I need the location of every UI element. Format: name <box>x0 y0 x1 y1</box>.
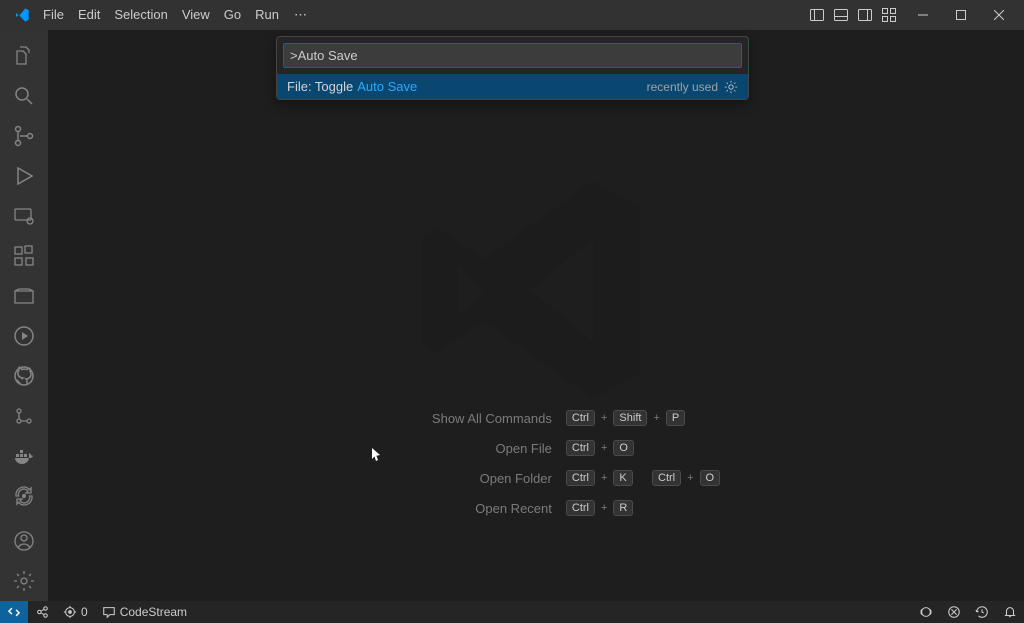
hint-open-recent: Open Recent Ctrl+R <box>352 500 720 516</box>
hint-open-folder: Open Folder Ctrl+K Ctrl+O <box>352 470 720 486</box>
hint-label: Open Folder <box>352 471 552 486</box>
hint-label: Show All Commands <box>352 411 552 426</box>
manage-gear-icon[interactable] <box>0 561 48 601</box>
window-maximize-icon[interactable] <box>944 0 978 30</box>
titlebar: File Edit Selection View Go Run ⋯ <box>0 0 1024 30</box>
hint-open-file: Open File Ctrl+O <box>352 440 720 456</box>
search-icon[interactable] <box>0 76 48 116</box>
status-bar: 0 CodeStream <box>0 601 1024 623</box>
settings-sync-icon[interactable] <box>0 476 48 516</box>
source-control-icon[interactable] <box>0 116 48 156</box>
layout-controls <box>806 4 900 26</box>
status-ports[interactable]: 0 <box>56 601 95 623</box>
menu-view[interactable]: View <box>175 0 217 30</box>
status-golive[interactable] <box>912 601 940 623</box>
accounts-icon[interactable] <box>0 521 48 561</box>
remote-indicator-icon[interactable] <box>0 601 28 623</box>
menu-overflow[interactable]: ⋯ <box>286 0 315 30</box>
docker-icon[interactable] <box>0 436 48 476</box>
project-manager-icon[interactable] <box>0 276 48 316</box>
menu-file[interactable]: File <box>36 0 71 30</box>
editor-area: Show All Commands Ctrl+Shift+P Open File… <box>48 30 1024 601</box>
hint-label: Open Recent <box>352 501 552 516</box>
github-icon[interactable] <box>0 356 48 396</box>
menu-edit[interactable]: Edit <box>71 0 107 30</box>
recently-used-label: recently used <box>647 80 718 94</box>
activity-bar <box>0 30 48 601</box>
vscode-watermark-icon <box>406 160 666 420</box>
command-palette-input[interactable] <box>283 43 742 68</box>
toggle-secondary-sidebar-icon[interactable] <box>854 4 876 26</box>
status-prettier-icon[interactable] <box>940 601 968 623</box>
vscode-logo-icon <box>14 7 30 23</box>
window-close-icon[interactable] <box>982 0 1016 30</box>
menu-run[interactable]: Run <box>248 0 286 30</box>
customize-layout-icon[interactable] <box>878 4 900 26</box>
run-debug-icon[interactable] <box>0 156 48 196</box>
window-minimize-icon[interactable] <box>906 0 940 30</box>
welcome-hints: Show All Commands Ctrl+Shift+P Open File… <box>352 410 720 516</box>
gitlens-icon[interactable] <box>0 396 48 436</box>
result-highlight: Auto Save <box>357 79 417 94</box>
explorer-icon[interactable] <box>0 36 48 76</box>
remote-explorer-icon[interactable] <box>0 196 48 236</box>
live-share-icon[interactable] <box>0 316 48 356</box>
command-palette-result[interactable]: File: Toggle Auto Save recently used <box>277 74 748 99</box>
toggle-primary-sidebar-icon[interactable] <box>806 4 828 26</box>
menu-bar: File Edit Selection View Go Run ⋯ <box>36 0 315 30</box>
extensions-icon[interactable] <box>0 236 48 276</box>
command-palette: File: Toggle Auto Save recently used <box>276 36 749 100</box>
status-bell-icon[interactable] <box>996 601 1024 623</box>
status-live-share[interactable] <box>28 601 56 623</box>
hint-show-all-commands: Show All Commands Ctrl+Shift+P <box>352 410 720 426</box>
status-codestream[interactable]: CodeStream <box>95 601 194 623</box>
status-history-icon[interactable] <box>968 601 996 623</box>
gear-icon[interactable] <box>724 80 738 94</box>
window-controls <box>906 0 1016 30</box>
menu-selection[interactable]: Selection <box>107 0 174 30</box>
result-prefix: File: Toggle <box>287 79 353 94</box>
toggle-panel-icon[interactable] <box>830 4 852 26</box>
menu-go[interactable]: Go <box>217 0 248 30</box>
hint-label: Open File <box>352 441 552 456</box>
